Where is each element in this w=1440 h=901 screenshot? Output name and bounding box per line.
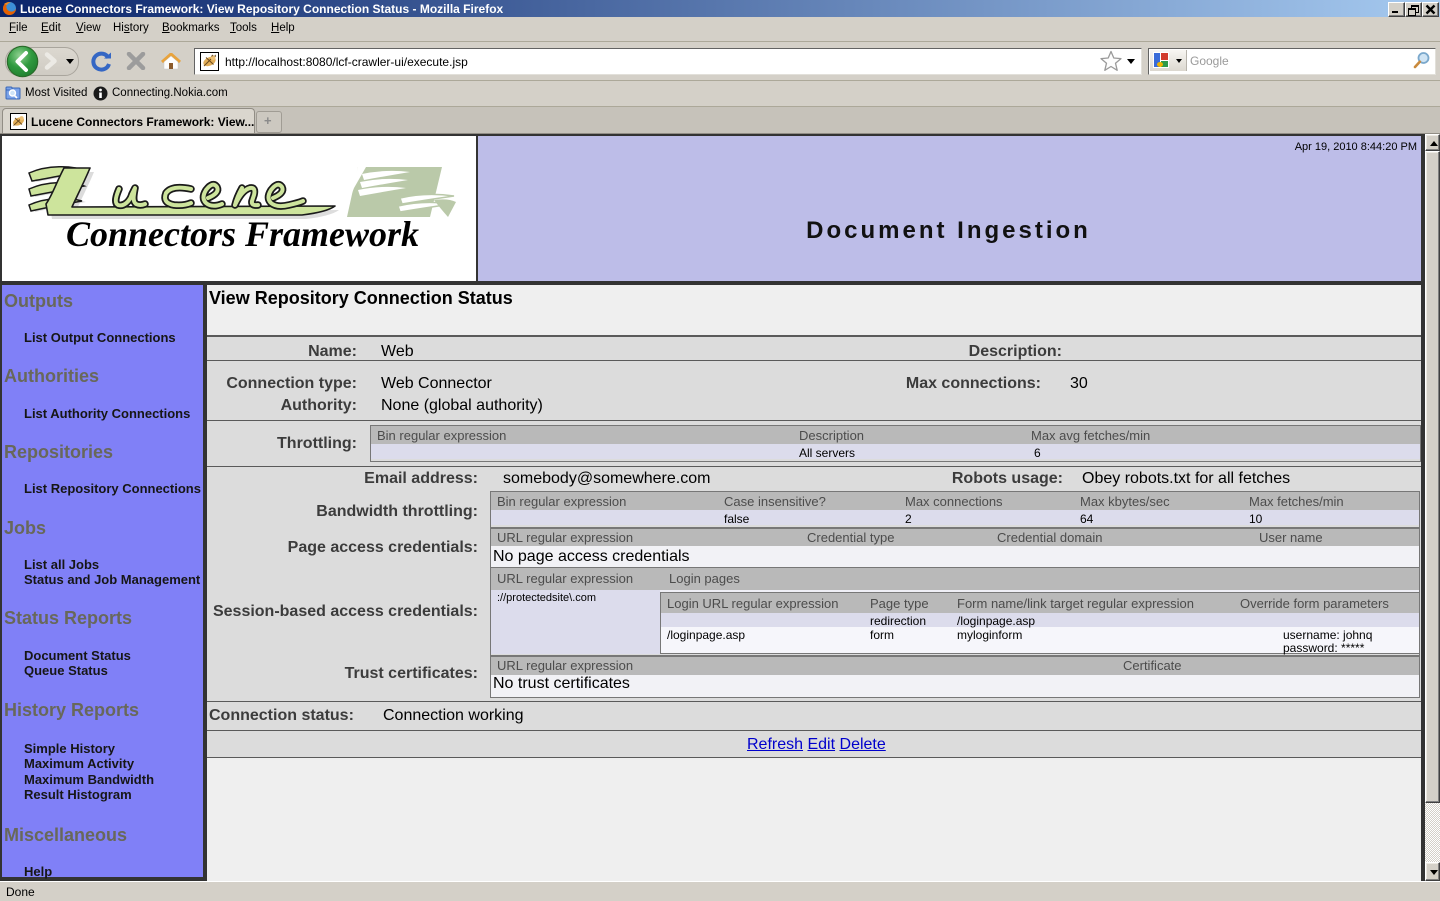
svg-text:Connectors Framework: Connectors Framework [66, 214, 419, 254]
